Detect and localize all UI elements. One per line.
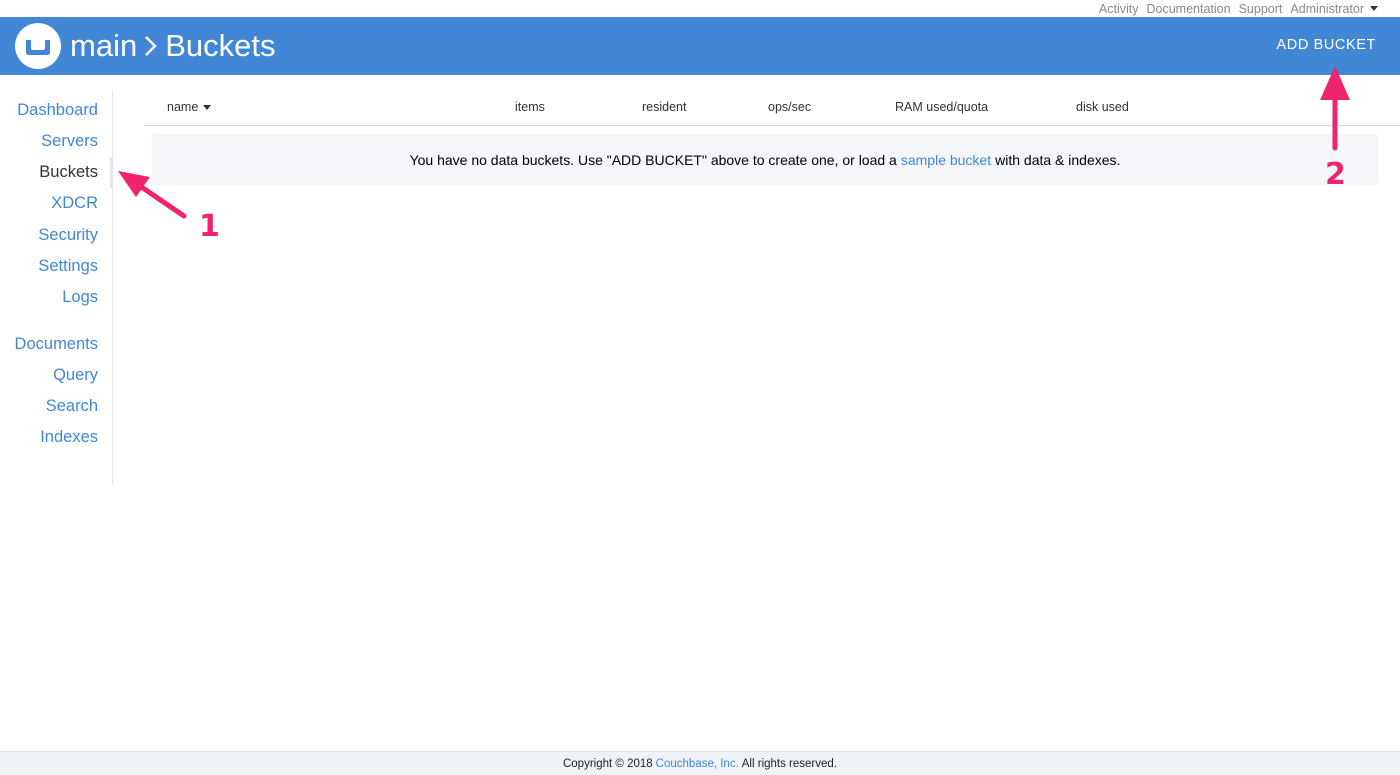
- buckets-table-header: name items resident ops/sec RAM used/quo…: [144, 98, 1400, 126]
- column-header-name[interactable]: name: [167, 100, 212, 114]
- footer-copyright: Copyright © 2018: [562, 757, 653, 770]
- page-title: Buckets: [165, 28, 276, 63]
- annotation-arrow-2-icon: [1320, 66, 1350, 151]
- sidebar-item-search[interactable]: Search: [46, 397, 98, 416]
- couchbase-link[interactable]: Couchbase, Inc.: [656, 758, 739, 770]
- sidebar-item-documents[interactable]: Documents: [15, 335, 98, 354]
- column-header-ram[interactable]: RAM used/quota: [895, 100, 988, 114]
- caret-down-icon: [1370, 6, 1378, 11]
- sidebar-item-settings[interactable]: Settings: [38, 257, 98, 276]
- sidebar-item-logs[interactable]: Logs: [62, 288, 98, 307]
- sidebar-item-xdcr[interactable]: XDCR: [51, 194, 98, 213]
- sidebar-item-security[interactable]: Security: [38, 226, 98, 245]
- support-link[interactable]: Support: [1239, 2, 1283, 16]
- column-header-ops[interactable]: ops/sec: [768, 100, 811, 114]
- sidebar-item-servers[interactable]: Servers: [41, 132, 98, 151]
- couchbase-logo-icon[interactable]: [15, 23, 61, 69]
- sidebar-item-dashboard[interactable]: Dashboard: [17, 101, 98, 120]
- caret-down-icon: [203, 104, 212, 110]
- annotation-arrow-1-icon: [118, 171, 187, 219]
- sidebar-item-buckets[interactable]: Buckets: [39, 163, 98, 182]
- empty-message-suffix: with data & indexes.: [995, 151, 1121, 168]
- app-header: main Buckets ADD BUCKET: [0, 17, 1400, 75]
- sidebar-item-query[interactable]: Query: [53, 366, 98, 385]
- empty-message-prefix: You have no data buckets. Use "ADD BUCKE…: [409, 151, 897, 168]
- sidebar-nav: Dashboard Servers Buckets XDCR Security …: [0, 90, 113, 484]
- annotation-label-1: 1: [199, 209, 220, 244]
- administrator-menu[interactable]: Administrator: [1290, 2, 1378, 16]
- page-footer: Copyright © 2018 Couchbase, Inc. All rig…: [0, 751, 1400, 775]
- activity-link[interactable]: Activity: [1099, 2, 1139, 16]
- documentation-link[interactable]: Documentation: [1147, 2, 1231, 16]
- column-header-disk[interactable]: disk used: [1076, 100, 1129, 114]
- breadcrumb-cluster[interactable]: main: [70, 28, 137, 64]
- annotation-label-2: 2: [1325, 157, 1346, 192]
- column-header-resident[interactable]: resident: [642, 100, 686, 114]
- chevron-right-icon: [143, 33, 159, 59]
- administrator-label: Administrator: [1290, 1, 1364, 16]
- sample-bucket-link[interactable]: sample bucket: [901, 152, 991, 168]
- top-utility-nav: Activity Documentation Support Administr…: [1099, 0, 1378, 17]
- add-bucket-button[interactable]: ADD BUCKET: [1277, 37, 1376, 53]
- breadcrumb: main Buckets: [70, 27, 275, 65]
- empty-buckets-message: You have no data buckets. Use "ADD BUCKE…: [152, 134, 1378, 185]
- footer-rights: All rights reserved.: [741, 757, 837, 770]
- sidebar-item-indexes[interactable]: Indexes: [40, 428, 98, 447]
- column-header-name-label: name: [167, 100, 199, 114]
- column-header-items[interactable]: items: [515, 100, 545, 114]
